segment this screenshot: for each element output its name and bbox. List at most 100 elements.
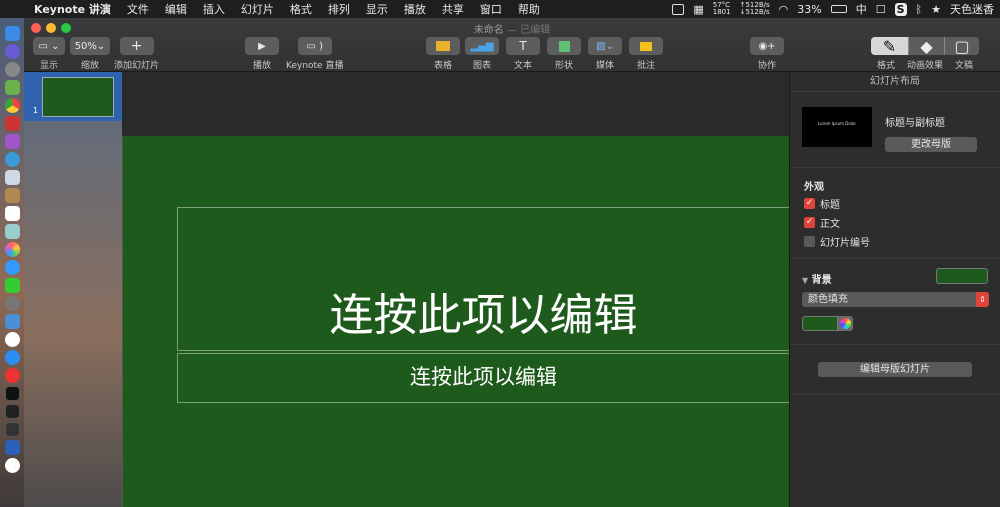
media-control: ▨⌄ 媒体 — [588, 37, 622, 71]
change-master-button[interactable]: 更改母版 — [885, 137, 977, 152]
netease-icon[interactable] — [4, 116, 20, 131]
shape-button[interactable] — [547, 37, 581, 55]
itunes-icon[interactable] — [4, 332, 20, 347]
notes-icon[interactable] — [4, 188, 20, 203]
menu-insert[interactable]: 插入 — [195, 1, 233, 17]
title-placeholder[interactable]: 连按此项以编辑 — [177, 207, 790, 351]
wifi-icon[interactable]: ◠ — [779, 3, 789, 16]
network-readout[interactable]: ↑512B/s ↓512B/s — [740, 2, 770, 16]
comment-button[interactable] — [629, 37, 663, 55]
app-store-icon[interactable] — [4, 350, 20, 365]
zoom-control: 50% ⌄ 缩放 — [70, 37, 110, 71]
chrome-icon[interactable] — [4, 98, 20, 113]
slide[interactable]: 连按此项以编辑 连按此项以编辑 — [122, 136, 790, 507]
animate-tab[interactable]: ◆ — [909, 37, 945, 55]
view-button[interactable]: ▭ ⌄ — [33, 37, 65, 55]
inspector-tabs: ✎ ◆ ▢ 格式 动画效果 文稿 — [871, 37, 979, 71]
divider — [790, 258, 1000, 259]
master-thumbnail[interactable]: Lorem Ipsum Dolor — [802, 107, 872, 147]
finder-icon[interactable] — [4, 26, 20, 41]
vivaldi-icon[interactable] — [4, 368, 20, 383]
slide-thumbnail-selected[interactable]: 1 — [24, 72, 122, 121]
vpn-icon[interactable] — [4, 440, 20, 455]
star-icon[interactable]: ★ — [931, 3, 941, 16]
slide-thumbnail[interactable] — [42, 77, 114, 117]
s-app-icon[interactable]: S — [894, 2, 907, 16]
appearance-heading: 外观 — [804, 182, 824, 193]
format-tab[interactable]: ✎ — [871, 37, 909, 55]
console-icon[interactable] — [4, 422, 20, 437]
calendar-icon[interactable] — [4, 206, 20, 221]
android-icon[interactable] — [4, 80, 20, 95]
title-checkbox[interactable]: ✓ — [804, 198, 815, 209]
messages-icon[interactable] — [4, 260, 20, 275]
table-button[interactable] — [426, 37, 460, 55]
user-name[interactable]: 天色迷香 — [950, 1, 994, 17]
menu-app-name[interactable]: Keynote 讲演 — [26, 1, 119, 17]
body-option[interactable]: ✓ 正文 — [804, 215, 840, 230]
media-button[interactable]: ▨⌄ — [588, 37, 622, 55]
menu-format[interactable]: 格式 — [282, 1, 320, 17]
keynote-icon[interactable] — [4, 314, 20, 329]
facetime-icon[interactable] — [4, 278, 20, 293]
clipboard-icon[interactable]: ☐ — [876, 3, 886, 16]
display-icon[interactable] — [672, 3, 685, 15]
menu-help[interactable]: 帮助 — [510, 1, 548, 17]
keynote-live-control: ▭ ) Keynote 直播 — [286, 37, 343, 71]
slide-subtitle[interactable]: 连按此项以编辑 — [178, 364, 789, 390]
view-control: ▭ ⌄ 显示 — [33, 37, 65, 71]
document-tab[interactable]: ▢ — [945, 37, 979, 55]
menu-view[interactable]: 显示 — [358, 1, 396, 17]
keynote-live-button[interactable]: ▭ ) — [297, 37, 332, 55]
fill-type-value: 颜色填充 — [808, 294, 848, 305]
yandex-icon[interactable] — [4, 458, 20, 473]
body-checkbox[interactable]: ✓ — [804, 217, 815, 228]
launchpad-icon[interactable] — [4, 62, 20, 77]
slide-number-checkbox[interactable] — [804, 236, 815, 247]
fill-type-select[interactable]: 颜色填充 ⇕ — [802, 292, 989, 307]
menu-arrange[interactable]: 排列 — [320, 1, 358, 17]
photo-icon: ▨⌄ — [596, 40, 614, 52]
preview-icon[interactable] — [4, 170, 20, 185]
slide-title[interactable]: 连按此项以编辑 — [178, 290, 789, 342]
activity-monitor-icon[interactable] — [4, 404, 20, 419]
text-button[interactable]: T — [506, 37, 540, 55]
subtitle-placeholder[interactable]: 连按此项以编辑 — [177, 353, 790, 403]
menu-slide[interactable]: 幻灯片 — [233, 1, 282, 17]
color-wheel-button[interactable] — [838, 316, 853, 331]
chart-button[interactable]: ▂▄▆ — [465, 37, 499, 55]
menu-edit[interactable]: 编辑 — [157, 1, 195, 17]
edit-master-button[interactable]: 编辑母版幻灯片 — [818, 362, 972, 377]
temp-readout[interactable]: 57°C 1801 — [713, 2, 731, 16]
inspector-segment: ✎ ◆ ▢ — [871, 37, 979, 55]
menu-share[interactable]: 共享 — [434, 1, 472, 17]
photos-icon[interactable] — [4, 242, 20, 257]
menu-window[interactable]: 窗口 — [472, 1, 510, 17]
settings-icon[interactable] — [4, 296, 20, 311]
calculator-icon[interactable] — [4, 134, 20, 149]
slide-number-option[interactable]: 幻灯片编号 — [804, 234, 870, 249]
siri-icon[interactable] — [4, 44, 20, 59]
zoom-select[interactable]: 50% ⌄ — [70, 37, 110, 55]
battery-percent[interactable]: 33% — [797, 3, 821, 16]
grid-icon[interactable]: ▦ — [693, 3, 703, 16]
menu-play[interactable]: 播放 — [396, 1, 434, 17]
bluetooth-icon[interactable]: ᛒ — [916, 3, 923, 16]
play-button[interactable]: ▶ — [245, 37, 279, 55]
background-color-well[interactable] — [936, 268, 988, 284]
add-slide-button[interactable]: + — [119, 37, 154, 55]
menu-file[interactable]: 文件 — [119, 1, 157, 17]
collaborate-button[interactable]: ◉+ — [750, 37, 784, 55]
photos-app-icon[interactable] — [4, 224, 20, 239]
document-title: 未命名 — 已编辑 — [24, 21, 1000, 36]
text-label: 文本 — [513, 61, 532, 71]
background-heading[interactable]: ▼ 背景 — [802, 271, 832, 286]
battery-icon[interactable] — [830, 5, 847, 13]
terminal-icon[interactable] — [4, 386, 20, 401]
input-method[interactable]: 中 — [856, 1, 867, 17]
add-slide-control: + 添加幻灯片 — [114, 37, 159, 71]
fill-color-well[interactable] — [802, 316, 838, 331]
diamond-icon: ◆ — [920, 37, 933, 55]
safari-icon[interactable] — [4, 152, 20, 167]
title-option[interactable]: ✓ 标题 — [804, 196, 840, 211]
